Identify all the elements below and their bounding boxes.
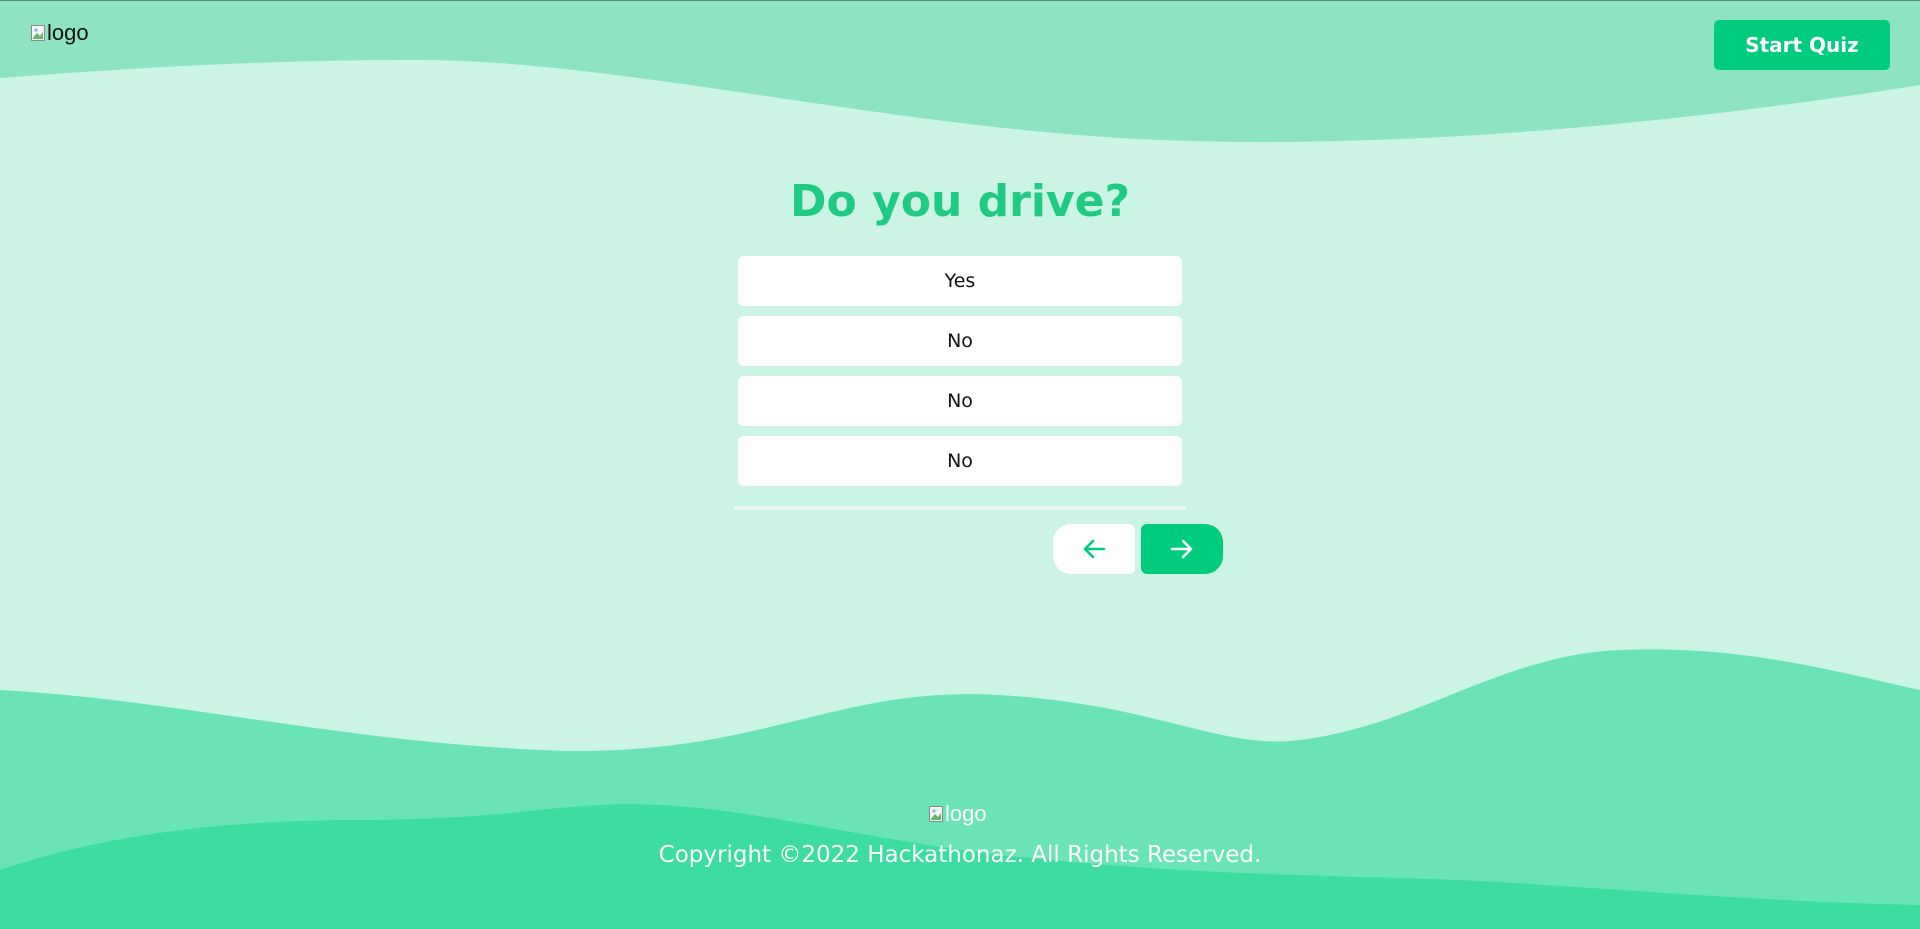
header-logo[interactable]: logo <box>31 20 89 46</box>
progress-divider <box>734 506 1186 510</box>
footer-logo: logo <box>929 801 987 827</box>
header-logo-alt-text: logo <box>47 20 89 45</box>
arrow-right-icon <box>1170 539 1193 559</box>
previous-button[interactable] <box>1053 524 1135 574</box>
answer-option-1[interactable]: Yes <box>738 256 1182 306</box>
next-button[interactable] <box>1141 524 1223 574</box>
quiz-page: logo Start Quiz Do you drive? Yes No No … <box>0 0 1920 929</box>
copyright-text: Copyright ©2022 Hackathonaz. All Rights … <box>658 842 1262 868</box>
question-title: Do you drive? <box>790 176 1130 227</box>
answer-option-3[interactable]: No <box>738 376 1182 426</box>
footer-logo-alt-text: logo <box>945 801 987 826</box>
arrow-left-icon <box>1083 539 1106 559</box>
broken-image-icon <box>929 806 943 822</box>
start-quiz-button[interactable]: Start Quiz <box>1714 20 1890 70</box>
broken-image-icon <box>31 25 45 41</box>
answer-option-2[interactable]: No <box>738 316 1182 366</box>
top-wave <box>0 0 1920 142</box>
answer-options: Yes No No No <box>738 256 1182 496</box>
answer-option-4[interactable]: No <box>738 436 1182 486</box>
top-border <box>0 0 1920 1</box>
viewport: logo Start Quiz Do you drive? Yes No No … <box>0 0 1920 929</box>
